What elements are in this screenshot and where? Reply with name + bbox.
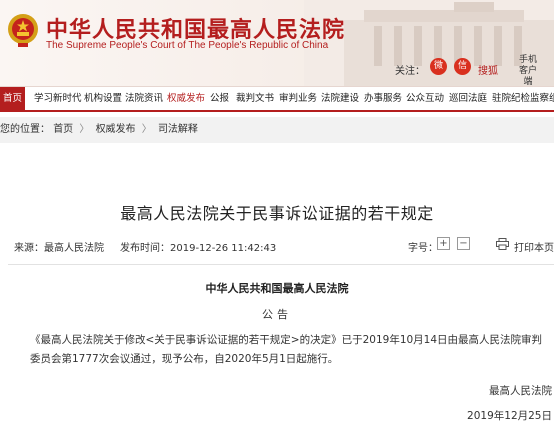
print-button[interactable]: 打印本页 <box>514 239 554 254</box>
national-emblem-icon <box>8 14 38 47</box>
divider <box>8 264 554 265</box>
site-subtitle: The Supreme People's Court of The People… <box>46 40 329 51</box>
nav-services[interactable]: 办事服务 <box>364 87 402 111</box>
breadcrumb-home[interactable]: 首页 <box>53 117 73 143</box>
nav-discipline-inspection[interactable]: 驻院纪检监察组 <box>492 87 554 111</box>
weibo-icon[interactable]: 微 <box>430 58 447 75</box>
breadcrumb-release[interactable]: 权威发布 <box>96 117 136 143</box>
nav-gazette[interactable]: 公报 <box>210 87 229 111</box>
nav-study[interactable]: 学习新时代 <box>34 87 82 111</box>
article-publish-time: 发布时间：2019-12-26 11:42:43 <box>120 243 277 254</box>
breadcrumb-prefix: 您的位置： <box>0 124 50 135</box>
nav-authoritative-release[interactable]: 权威发布 <box>167 87 205 111</box>
breadcrumb-separator: 〉 <box>79 124 90 135</box>
nav-circuit-court[interactable]: 巡回法庭 <box>449 87 487 111</box>
nav-trial-business[interactable]: 审判业务 <box>279 87 317 111</box>
follow-label: 关注： <box>395 66 425 77</box>
wechat-icon[interactable]: 信 <box>454 58 471 75</box>
signature-court: 最高人民法院 <box>489 385 552 397</box>
breadcrumb-judicial-interpretation[interactable]: 司法解释 <box>158 117 198 143</box>
notice-heading: 公告 <box>262 308 292 321</box>
sohu-link[interactable]: 搜狐 <box>478 62 498 77</box>
article-meta: 来源：最高人民法院 发布时间：2019-12-26 11:42:43 字号： +… <box>0 236 554 256</box>
font-decrease-button[interactable]: − <box>457 237 470 250</box>
main-nav: 首页 学习新时代 机构设置 法院资讯 权威发布 公报 裁判文书 审判业务 法院建… <box>0 86 554 112</box>
breadcrumb: 您的位置： 首页 〉 权威发布 〉 司法解释 <box>0 117 554 143</box>
nav-judgments[interactable]: 裁判文书 <box>236 87 274 111</box>
site-header: 中华人民共和国最高人民法院 The Supreme People's Court… <box>0 0 554 86</box>
nav-organization[interactable]: 机构设置 <box>84 87 122 111</box>
article-body: 《最高人民法院关于修改<关于民事诉讼证据的若干规定>的决定》已于2019年10月… <box>30 334 543 365</box>
breadcrumb-separator: 〉 <box>141 124 152 135</box>
nav-court-building[interactable]: 法院建设 <box>321 87 359 111</box>
font-size-label: 字号： <box>408 243 438 254</box>
mobile-client-link[interactable]: 手机客户端 <box>515 55 541 86</box>
font-increase-button[interactable]: + <box>437 237 450 250</box>
article-title: 最高人民法院关于民事诉讼证据的若干规定 <box>120 204 434 223</box>
nav-court-news[interactable]: 法院资讯 <box>125 87 163 111</box>
signature-date: 2019年12月25日 <box>467 410 552 422</box>
nav-public-interaction[interactable]: 公众互动 <box>406 87 444 111</box>
issuing-court: 中华人民共和国最高人民法院 <box>205 282 349 295</box>
nav-home[interactable]: 首页 <box>0 87 26 111</box>
print-icon[interactable] <box>496 238 509 250</box>
article-source: 来源：最高人民法院 <box>14 243 104 254</box>
